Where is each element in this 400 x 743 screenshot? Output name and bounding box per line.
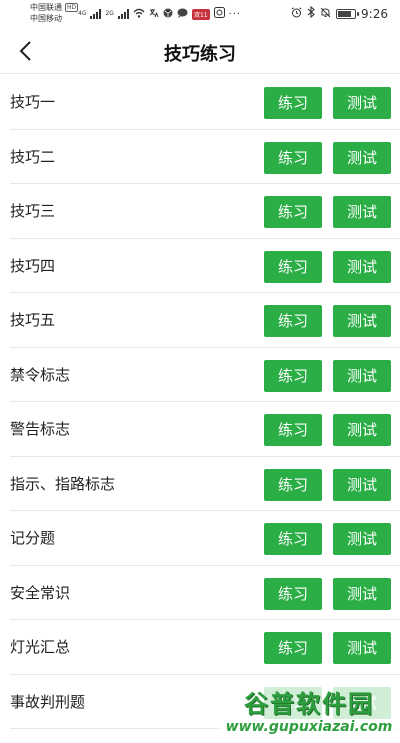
wifi-icon bbox=[133, 8, 145, 21]
list-item: 技巧一 练习 测试 bbox=[10, 75, 400, 130]
carrier-1-label: 中国联通 bbox=[30, 3, 62, 12]
status-bar: 中国联通 HD 中国移动 4G 2G 双11 ··· 9:26 bbox=[0, 0, 400, 28]
test-button[interactable]: 测试 bbox=[333, 632, 391, 664]
battery-icon bbox=[336, 8, 360, 19]
skill-name: 技巧二 bbox=[10, 147, 56, 166]
header-bar: 技巧练习 bbox=[0, 28, 400, 74]
app-badge: 双11 bbox=[191, 8, 210, 20]
list-item: 技巧五 练习 测试 bbox=[10, 293, 400, 348]
test-button[interactable]: 测试 bbox=[333, 141, 391, 174]
list-item: 警告标志 练习 测试 bbox=[10, 402, 400, 457]
network-2g-label: 2G bbox=[105, 10, 114, 17]
list-item: 安全常识 练习 测试 bbox=[10, 566, 400, 620]
carrier-info: 中国联通 HD 中国移动 bbox=[30, 2, 79, 24]
practice-button[interactable]: 练习 bbox=[264, 414, 322, 446]
list-item: 禁令标志 练习 测试 bbox=[10, 348, 400, 402]
status-right: 9:26 bbox=[291, 5, 388, 21]
practice-button[interactable]: 练习 bbox=[264, 468, 322, 501]
test-button[interactable]: 测试 bbox=[333, 305, 391, 337]
skill-list: 技巧一 练习 测试 技巧二 练习 测试 技巧三 练习 测试 技巧四 练习 测试 技巧五 练习 测试 禁令标志练… bbox=[0, 75, 400, 729]
test-button[interactable]: 测试 bbox=[333, 468, 391, 501]
test-button[interactable]: 测试 bbox=[333, 577, 391, 610]
status-icons: 4G 2G 双11 ··· bbox=[78, 7, 241, 21]
network-4g-label: 4G bbox=[78, 10, 87, 17]
test-button[interactable]: 测试 bbox=[333, 359, 391, 392]
skill-name: 安全常识 bbox=[10, 583, 71, 602]
skill-name: 技巧四 bbox=[10, 256, 56, 275]
skill-name: 技巧三 bbox=[10, 202, 56, 220]
skill-name: 指示、指路标志 bbox=[10, 474, 116, 493]
ball-icon bbox=[163, 8, 173, 21]
signal-icon bbox=[90, 9, 102, 19]
watermark-title: 谷普软件园 bbox=[244, 690, 374, 718]
skill-name: 技巧一 bbox=[10, 93, 56, 111]
bluetooth-icon bbox=[307, 5, 315, 21]
practice-button[interactable]: 练习 bbox=[264, 577, 322, 610]
test-button[interactable]: 测试 bbox=[333, 414, 391, 446]
translate-icon bbox=[149, 8, 159, 21]
practice-button[interactable]: 练习 bbox=[264, 359, 322, 392]
practice-button[interactable]: 练习 bbox=[264, 87, 322, 119]
list-item: 技巧二 练习 测试 bbox=[10, 130, 400, 184]
skill-name: 警告标志 bbox=[10, 420, 71, 438]
camera-app-icon bbox=[213, 7, 225, 21]
skill-name: 记分题 bbox=[10, 529, 56, 547]
more-dots: ··· bbox=[228, 8, 242, 20]
test-button[interactable]: 测试 bbox=[333, 196, 391, 228]
watermark: 谷普软件园 www.gupuxiazai.com bbox=[218, 676, 400, 743]
test-button[interactable]: 测试 bbox=[333, 87, 391, 119]
practice-button[interactable]: 练习 bbox=[264, 632, 322, 664]
list-item: 技巧三 练习 测试 bbox=[10, 184, 400, 239]
alarm-icon bbox=[291, 6, 302, 21]
skill-name: 技巧五 bbox=[10, 311, 56, 329]
list-item: 指示、指路标志 练习 测试 bbox=[10, 457, 400, 511]
page-title: 技巧练习 bbox=[164, 44, 236, 65]
message-icon bbox=[177, 8, 188, 21]
list-item: 技巧四 练习 测试 bbox=[10, 239, 400, 293]
practice-button[interactable]: 练习 bbox=[264, 250, 322, 283]
signal-icon-2 bbox=[117, 9, 129, 19]
battery-level bbox=[338, 10, 351, 17]
mute-icon bbox=[320, 7, 331, 21]
test-button[interactable]: 测试 bbox=[333, 523, 391, 555]
list-item: 灯光汇总 练习 测试 bbox=[10, 620, 400, 675]
watermark-url: www.gupuxiazai.com bbox=[225, 719, 393, 735]
practice-button[interactable]: 练习 bbox=[264, 141, 322, 174]
skill-name: 禁令标志 bbox=[10, 365, 71, 384]
test-button[interactable]: 测试 bbox=[333, 250, 391, 283]
list-item: 记分题 练习 测试 bbox=[10, 511, 400, 566]
hd-badge: HD bbox=[65, 3, 79, 12]
skill-name: 事故判刑题 bbox=[10, 692, 86, 711]
practice-button[interactable]: 练习 bbox=[264, 305, 322, 337]
practice-button[interactable]: 练习 bbox=[264, 523, 322, 555]
practice-button[interactable]: 练习 bbox=[264, 196, 322, 228]
clock: 9:26 bbox=[361, 6, 388, 21]
carrier-2-label: 中国移动 bbox=[30, 14, 62, 23]
skill-name: 灯光汇总 bbox=[10, 638, 71, 656]
